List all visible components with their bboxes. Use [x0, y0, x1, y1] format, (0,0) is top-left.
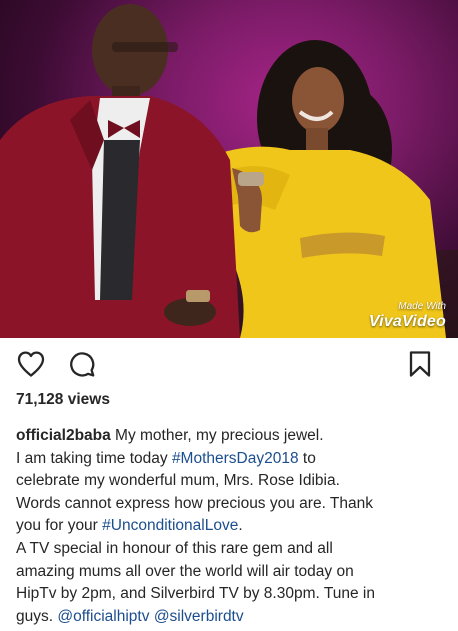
speech-bubble-icon[interactable] [68, 350, 96, 378]
caption-line: HipTv by 2pm, and Silverbird TV by 8.30p… [16, 585, 375, 603]
hashtag-mothersday-link[interactable]: #MothersDay2018 [172, 450, 299, 467]
caption-line: official2baba My mother, my precious jew… [16, 425, 442, 448]
hashtag-unconditionallove-link[interactable]: #UnconditionalLove [102, 517, 238, 534]
caption-line: I am taking time today #MothersDay2018 t… [16, 448, 442, 471]
bookmark-icon[interactable] [408, 350, 432, 378]
caption-line: Words cannot express how precious you ar… [16, 494, 373, 512]
heart-outline-icon[interactable] [16, 350, 46, 378]
caption-text: you for your [16, 517, 103, 535]
watermark-made-with: Made With [398, 301, 446, 312]
caption-line: you for your #UnconditionalLove. [16, 515, 442, 538]
vivavideo-watermark: Made With VivaVideo [369, 302, 446, 330]
post-action-bar [0, 338, 458, 390]
post-caption: official2baba My mother, my precious jew… [16, 425, 442, 628]
caption-text: guys. [16, 607, 58, 625]
caption-text: . [238, 517, 243, 535]
mention-silverbirdtv-link[interactable]: @silverbirdtv [154, 608, 244, 625]
views-count: 71,128 views [16, 391, 110, 408]
post-photo[interactable]: Made With VivaVideo [0, 0, 458, 338]
mention-officialhiptv-link[interactable]: @officialhiptv [57, 608, 149, 625]
caption-line: A TV special in honour of this rare gem … [16, 539, 333, 557]
caption-text: My mother, my precious jewel. [110, 427, 324, 444]
watermark-brand: VivaVideo [368, 313, 446, 330]
caption-text: to [298, 449, 316, 467]
caption-line: celebrate my wonderful mum, Mrs. Rose Id… [16, 472, 340, 490]
instagram-post: Made With VivaVideo 71,128 views officia… [0, 0, 458, 631]
username-link[interactable]: official2baba [16, 427, 111, 444]
caption-line: guys. @officialhiptv @silverbirdtv [16, 606, 442, 629]
caption-text: I am taking time today [16, 449, 172, 467]
photo-illustration [0, 4, 458, 338]
caption-line: amazing mums all over the world will air… [16, 562, 354, 580]
